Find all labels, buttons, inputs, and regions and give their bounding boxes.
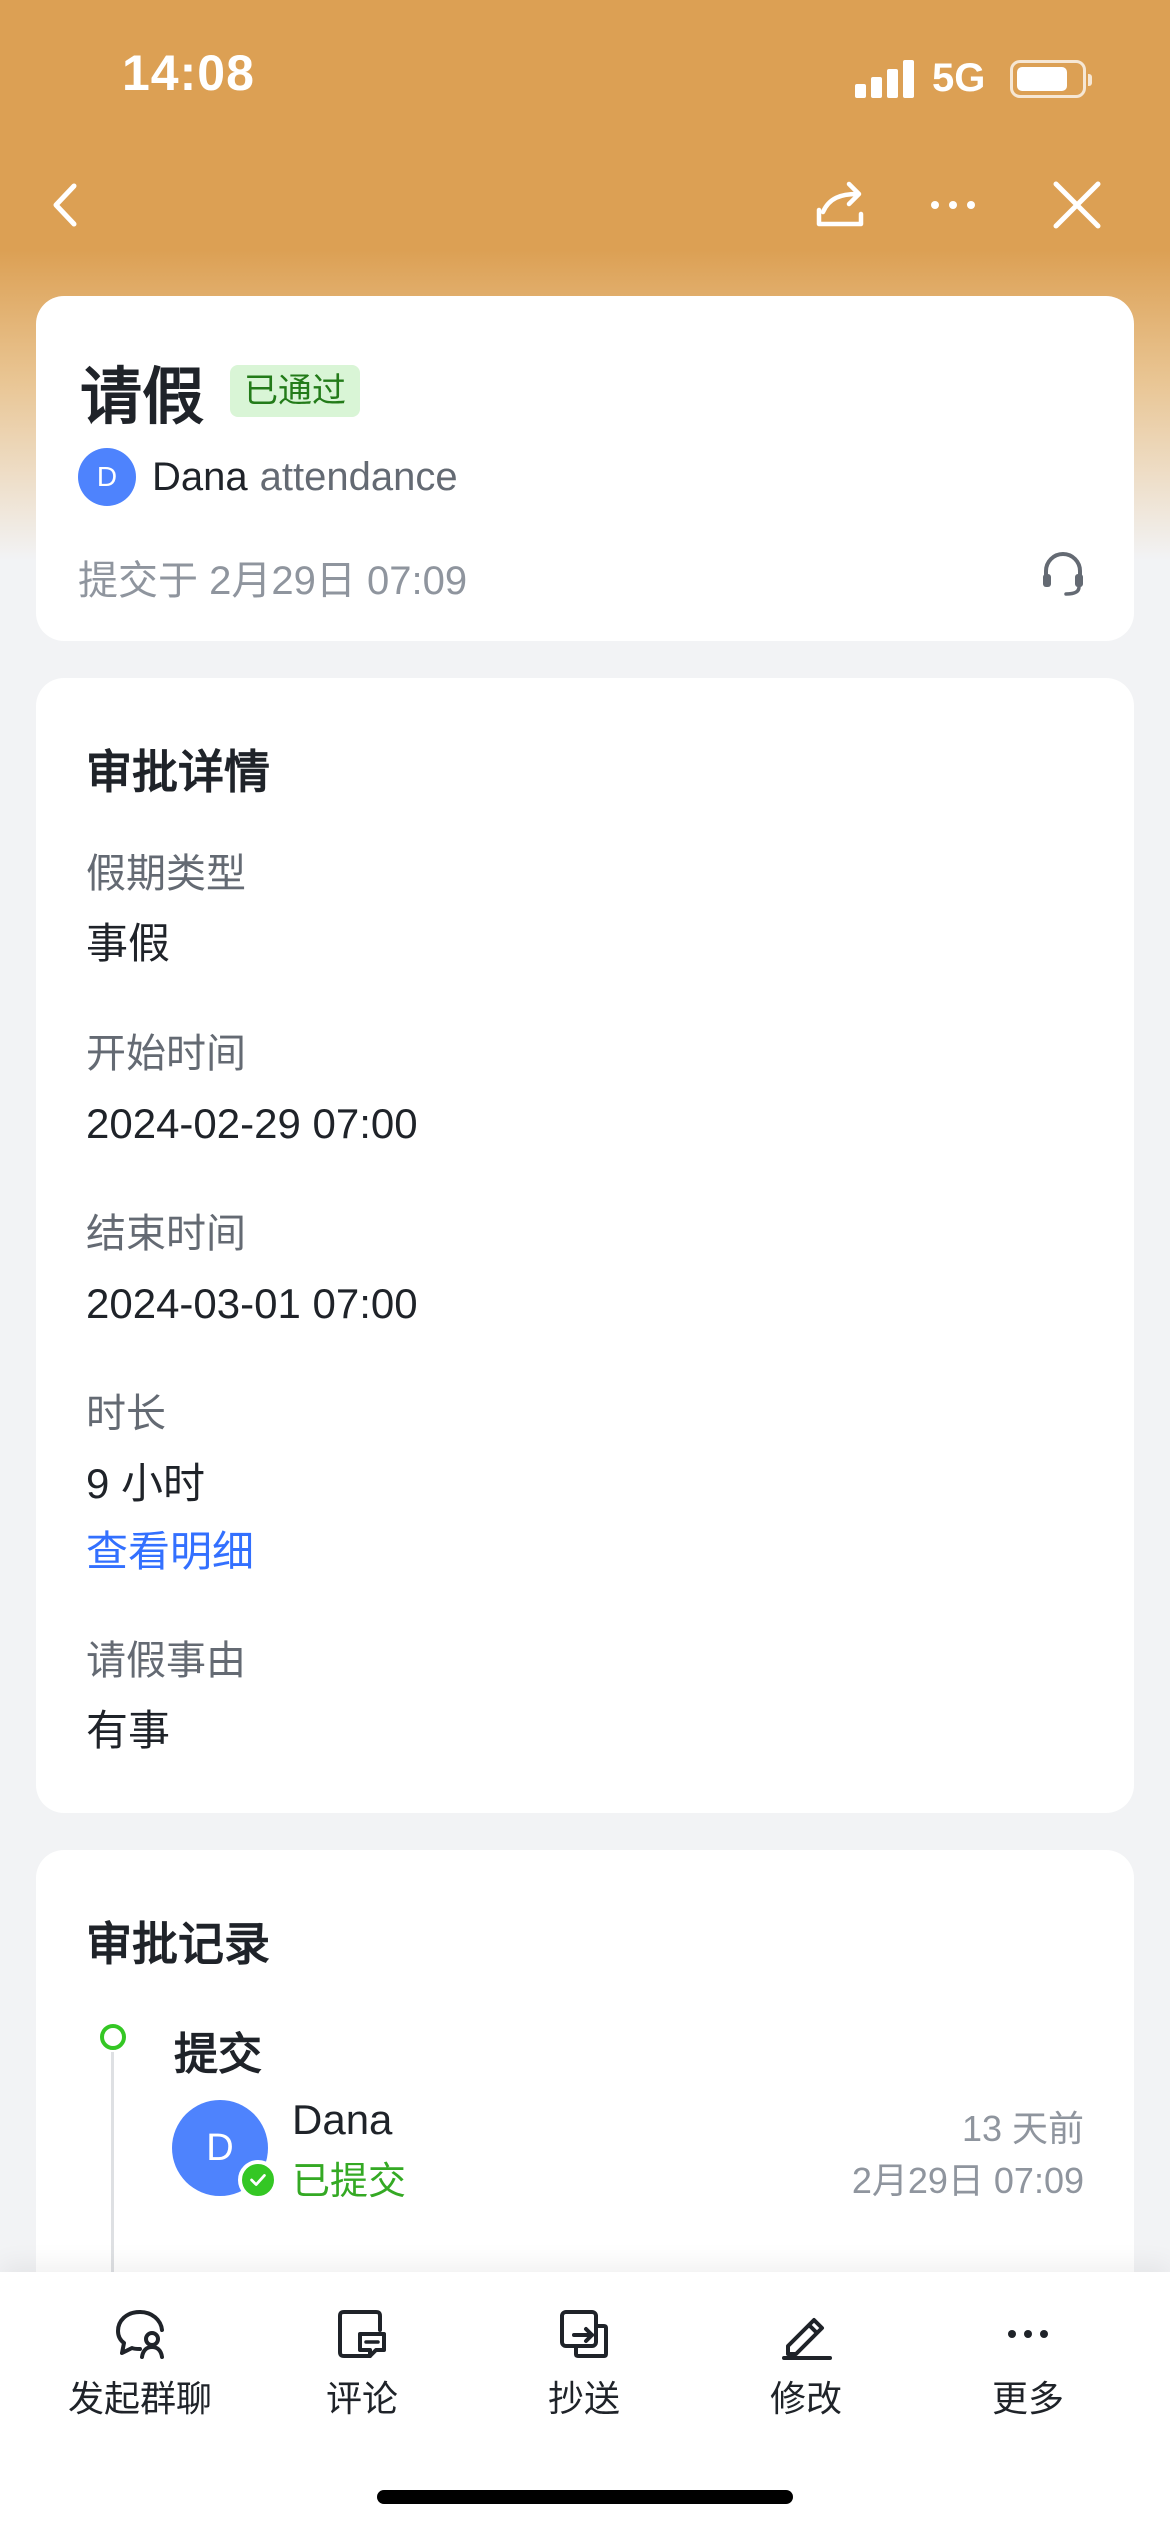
record-relative-time: 13 天前 [961, 2108, 1084, 2149]
field-value: 2024-02-29 07:00 [86, 1100, 418, 1147]
network-label: 5G [932, 56, 986, 100]
group-chat-icon [116, 2310, 164, 2359]
submitted-time: 提交于 2月29日 07:09 [78, 559, 468, 603]
records-section-title: 审批记录 [86, 1918, 270, 1970]
timeline-dot [100, 2024, 126, 2050]
comment-icon [338, 2310, 386, 2358]
field-label: 时长 [86, 1392, 166, 1436]
approval-details-card: 审批详情 假期类型 事假 开始时间 2024-02-29 07:00 结束时间 … [36, 678, 1134, 1813]
record-status: 已提交 [292, 2161, 407, 2203]
field-start-time: 开始时间 2024-02-29 07:00 [86, 1026, 418, 1152]
cc-button[interactable]: 抄送 [484, 2290, 684, 2430]
field-duration: 时长 9 小时 查看明细 [86, 1386, 254, 1580]
more-actions-button[interactable]: 更多 [928, 2290, 1128, 2430]
edit-button[interactable]: 修改 [706, 2290, 906, 2430]
field-label: 结束时间 [86, 1212, 246, 1256]
record-time: 2月29日 07:09 [851, 2160, 1084, 2201]
signal-icon [855, 60, 915, 98]
field-value: 2024-03-01 07:00 [86, 1280, 418, 1327]
toolbar-label: 更多 [991, 2378, 1064, 2419]
home-indicator[interactable] [377, 2490, 793, 2504]
toolbar-label: 抄送 [547, 2378, 620, 2419]
approval-detail-page: 14:08 5G 请假 已通过 D Dana attendance 提交于 2月… [0, 0, 1170, 2532]
field-label: 开始时间 [86, 1032, 246, 1076]
status-bar: 14:08 5G [0, 0, 1170, 150]
field-end-time: 结束时间 2024-03-01 07:00 [86, 1206, 418, 1332]
cc-icon [560, 2310, 608, 2358]
details-section-title: 审批详情 [86, 746, 270, 798]
check-circle-icon [238, 2160, 278, 2200]
share-button[interactable] [805, 170, 875, 240]
chevron-left-icon [53, 183, 77, 227]
share-icon [816, 181, 864, 227]
step-title: 提交 [174, 2030, 262, 2079]
avatar[interactable]: D [78, 448, 136, 506]
applicant-row[interactable]: D Dana attendance [78, 448, 458, 506]
back-button[interactable] [30, 170, 100, 240]
group-chat-button[interactable]: 发起群聊 [40, 2290, 240, 2430]
field-value: 有事 [86, 1707, 171, 1754]
applicant-department: attendance [259, 454, 458, 499]
record-user-name: Dana [292, 2096, 393, 2143]
status-badge: 已通过 [230, 365, 361, 417]
ellipsis-icon [931, 201, 975, 209]
title-row: 请假 已通过 [80, 346, 361, 436]
close-button[interactable] [1042, 170, 1112, 240]
status-time: 14:08 [122, 45, 255, 101]
field-value: 事假 [86, 920, 171, 967]
support-button[interactable] [1036, 546, 1090, 600]
field-value: 9 小时 [86, 1460, 206, 1507]
toolbar-label: 评论 [325, 2378, 398, 2419]
more-icon [1008, 2330, 1048, 2338]
close-icon [1053, 181, 1101, 229]
comment-button[interactable]: 评论 [262, 2290, 462, 2430]
edit-icon [782, 2318, 832, 2360]
page-title: 请假 [80, 363, 205, 432]
headset-icon [1043, 552, 1083, 596]
field-label: 请假事由 [86, 1639, 246, 1683]
more-button[interactable] [918, 170, 988, 240]
field-leave-type: 假期类型 事假 [86, 846, 246, 972]
applicant-name: Dana [152, 454, 248, 499]
field-label: 假期类型 [86, 852, 246, 896]
view-breakdown-link[interactable]: 查看明细 [86, 1524, 254, 1580]
request-summary-card: 请假 已通过 D Dana attendance 提交于 2月29日 07:09 [36, 296, 1134, 641]
toolbar-label: 发起群聊 [67, 2378, 212, 2419]
battery-icon [1010, 60, 1092, 98]
field-reason: 请假事由 有事 [86, 1633, 246, 1759]
toolbar-label: 修改 [769, 2378, 842, 2419]
